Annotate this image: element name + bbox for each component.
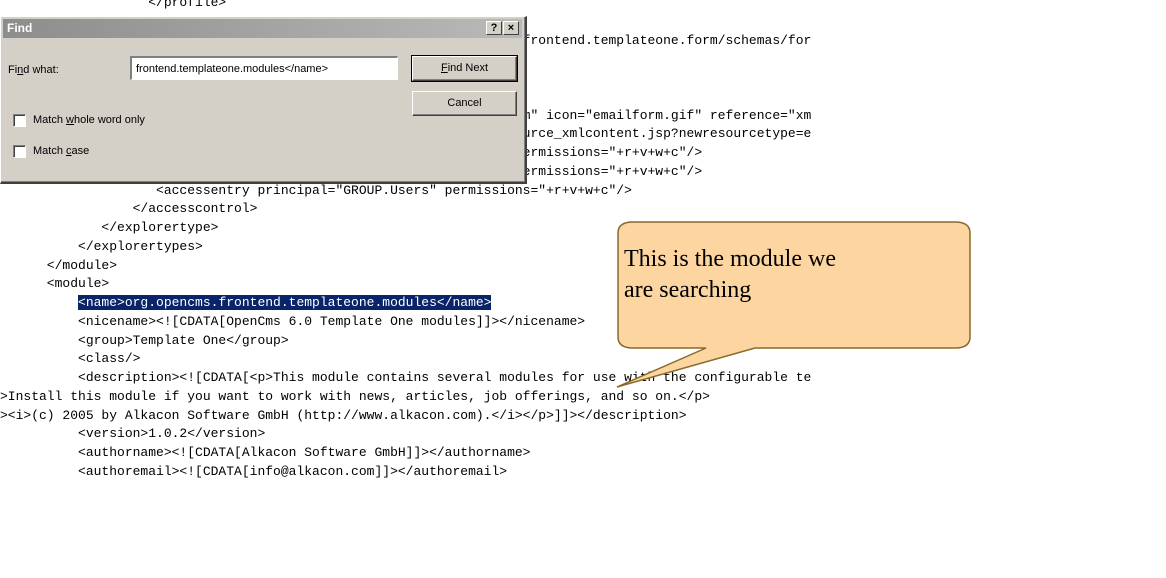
close-button[interactable]: × (503, 21, 519, 35)
find-next-button[interactable]: Find Next (411, 55, 518, 82)
match-whole-word-label-end: hole word only (73, 114, 145, 126)
find-dialog-title: Find (7, 21, 33, 35)
code-text: </profile> (0, 0, 227, 10)
find-what-input[interactable] (130, 56, 398, 80)
match-whole-word-label-start: Match (33, 114, 67, 126)
code-line: </explorertype> (0, 219, 218, 237)
code-line: <version>1.0.2</version> (0, 425, 265, 443)
code-text: <accessentry principal="GROUP.Users" per… (0, 182, 632, 198)
code-text: <version>1.0.2</version> (0, 426, 266, 442)
search-match-highlight[interactable]: <name>org.opencms.frontend.templateone.m… (78, 295, 492, 310)
code-line: <group>Template One</group> (0, 332, 289, 350)
code-text: </accesscontrol> (0, 201, 258, 217)
find-dialog: Find ? × Find what: Find Next Cancel Mat… (0, 16, 527, 184)
code-line: ><i>(c) 2005 by Alkacon Software GmbH (h… (0, 407, 687, 425)
cancel-button[interactable]: Cancel (412, 91, 517, 116)
code-line: >Install this module if you want to work… (0, 388, 710, 406)
code-text: <authorname><![CDATA[Alkacon Software Gm… (0, 445, 531, 460)
help-button[interactable]: ? (486, 21, 502, 35)
match-whole-word-checkbox[interactable] (13, 114, 26, 127)
code-line: <module> (0, 275, 109, 293)
find-what-label-start: Fi (8, 64, 18, 76)
code-text: <authoremail><![CDATA[info@alkacon.com]]… (0, 463, 508, 479)
code-text: <description><![CDATA[<p>This module con… (0, 370, 812, 385)
code-text: <module> (0, 276, 110, 292)
code-text: </module> (0, 257, 118, 273)
match-whole-word-label: Match whole word only (33, 114, 145, 126)
find-what-label-end: d what: (23, 64, 59, 76)
code-text: </explorertype> (0, 220, 219, 235)
code-line: <authorname><![CDATA[Alkacon Software Gm… (0, 444, 531, 462)
code-text: <nicename><![CDATA[OpenCms 6.0 Template … (0, 313, 586, 329)
code-text: >Install this module if you want to work… (0, 388, 710, 404)
code-line: <authoremail><![CDATA[info@alkacon.com]]… (0, 463, 507, 481)
code-text: ><i>(c) 2005 by Alkacon Software GmbH (h… (0, 407, 687, 423)
match-case-checkbox[interactable] (13, 145, 26, 158)
match-case-label: Match case (33, 145, 89, 157)
code-text: <class/> (0, 351, 141, 367)
find-next-accesskey: F (440, 62, 448, 74)
match-case-label-start: Match (33, 145, 67, 157)
code-line: <nicename><![CDATA[OpenCms 6.0 Template … (0, 313, 585, 331)
code-text: <group>Template One</group> (0, 332, 289, 348)
find-what-label: Find what: (8, 64, 59, 76)
code-line: </module> (0, 257, 117, 275)
code-line: </profile> (0, 0, 226, 12)
code-line: </accesscontrol> (0, 200, 258, 218)
match-case-label-end: ase (71, 145, 90, 157)
match-whole-word-accesskey: w (66, 114, 74, 126)
find-dialog-titlebar[interactable]: Find ? × (3, 19, 522, 38)
code-line: <name>org.opencms.frontend.templateone.m… (0, 294, 492, 312)
find-next-label: ind Next (447, 62, 489, 74)
code-line: <class/> (0, 350, 140, 368)
code-text: </explorertypes> (0, 238, 203, 254)
code-line: <description><![CDATA[<p>This module con… (0, 369, 811, 387)
code-line: </explorertypes> (0, 238, 203, 256)
code-line: <accessentry principal="GROUP.Users" per… (0, 182, 632, 200)
